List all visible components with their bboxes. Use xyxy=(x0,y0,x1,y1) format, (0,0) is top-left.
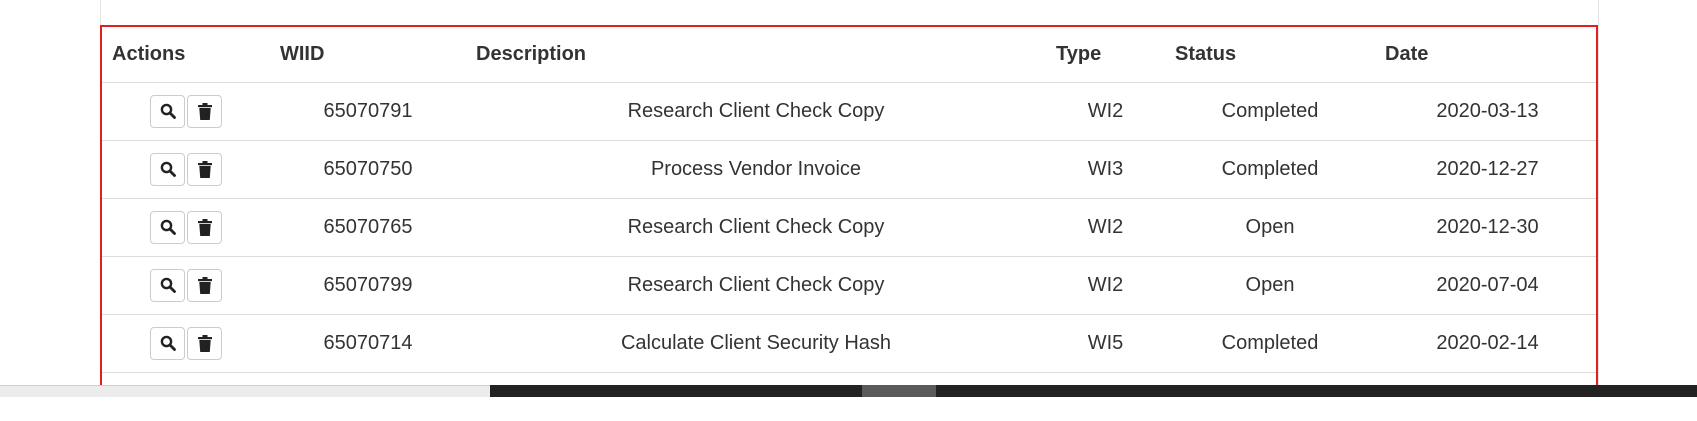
view-button[interactable] xyxy=(150,94,185,128)
table-row: 65070799 Research Client Check Copy WI2 Ope… xyxy=(102,256,1596,315)
cell-wiid: 65070750 xyxy=(270,140,466,199)
table-header-row: Actions WIID Description Type Status Dat… xyxy=(102,27,1596,83)
horizontal-scrollbar-thumb[interactable] xyxy=(862,385,936,397)
cell-status: Open xyxy=(1165,198,1375,257)
work-items-table: Actions WIID Description Type Status Dat… xyxy=(102,27,1596,421)
search-icon xyxy=(160,277,176,293)
page-guide-right xyxy=(1598,0,1599,421)
cell-status: Completed xyxy=(1165,82,1375,141)
actions-cell xyxy=(102,198,270,257)
cell-status: Completed xyxy=(1165,314,1375,373)
cell-date: 2020-12-27 xyxy=(1375,140,1596,199)
cell-description: Process Vendor Invoice xyxy=(466,140,1046,199)
table-row: 65070714 Calculate Client Security Hash WI… xyxy=(102,314,1596,373)
table-row: 65070765 Research Client Check Copy WI2 Ope… xyxy=(102,198,1596,257)
horizontal-scrollbar-region[interactable] xyxy=(490,385,1697,397)
delete-button[interactable] xyxy=(187,268,222,302)
delete-button[interactable] xyxy=(187,326,222,360)
header-description[interactable]: Description xyxy=(466,27,1046,83)
search-icon xyxy=(160,103,176,119)
delete-button[interactable] xyxy=(187,94,222,128)
cell-date: 2020-07-04 xyxy=(1375,256,1596,315)
delete-button[interactable] xyxy=(187,210,222,244)
cell-status: Completed xyxy=(1165,140,1375,199)
cell-wiid: 65070714 xyxy=(270,314,466,373)
cell-type: WI2 xyxy=(1046,82,1165,141)
search-icon xyxy=(160,335,176,351)
cell-description: Research Client Check Copy xyxy=(466,82,1046,141)
cell-date: 2020-02-14 xyxy=(1375,314,1596,373)
delete-button[interactable] xyxy=(187,152,222,186)
view-button[interactable] xyxy=(150,152,185,186)
table-row: 65070750 Process Vendor Invoice WI3 Complet… xyxy=(102,140,1596,199)
cell-wiid: 65070799 xyxy=(270,256,466,315)
cell-wiid: 65070765 xyxy=(270,198,466,257)
view-button[interactable] xyxy=(150,326,185,360)
cell-description: Research Client Check Copy xyxy=(466,256,1046,315)
trash-icon xyxy=(197,102,212,120)
view-button[interactable] xyxy=(150,210,185,244)
actions-cell xyxy=(102,82,270,141)
cell-date: 2020-12-30 xyxy=(1375,198,1596,257)
header-date[interactable]: Date xyxy=(1375,27,1596,83)
cell-description: Research Client Check Copy xyxy=(466,198,1046,257)
cell-type: WI2 xyxy=(1046,256,1165,315)
cell-type: WI5 xyxy=(1046,314,1165,373)
table-row: 65070791 Research Client Check Copy WI2 Com… xyxy=(102,82,1596,141)
work-items-table-container: Actions WIID Description Type Status Dat… xyxy=(100,25,1598,421)
header-status[interactable]: Status xyxy=(1165,27,1375,83)
cell-description: Calculate Client Security Hash xyxy=(466,314,1046,373)
cell-wiid: 65070791 xyxy=(270,82,466,141)
trash-icon xyxy=(197,334,212,352)
trash-icon xyxy=(197,160,212,178)
header-actions[interactable]: Actions xyxy=(102,27,270,83)
cell-date: 2020-03-13 xyxy=(1375,82,1596,141)
table-body: 65070791 Research Client Check Copy WI2 Com… xyxy=(102,82,1596,421)
search-icon xyxy=(160,219,176,235)
actions-cell xyxy=(102,314,270,373)
actions-cell xyxy=(102,256,270,315)
header-type[interactable]: Type xyxy=(1046,27,1165,83)
cell-status: Open xyxy=(1165,256,1375,315)
trash-icon xyxy=(197,276,212,294)
view-button[interactable] xyxy=(150,268,185,302)
cell-type: WI2 xyxy=(1046,198,1165,257)
cell-type: WI3 xyxy=(1046,140,1165,199)
search-icon xyxy=(160,161,176,177)
page-footer-blank xyxy=(0,397,1697,421)
actions-cell xyxy=(102,140,270,199)
header-wiid[interactable]: WIID xyxy=(270,27,466,83)
trash-icon xyxy=(197,218,212,236)
